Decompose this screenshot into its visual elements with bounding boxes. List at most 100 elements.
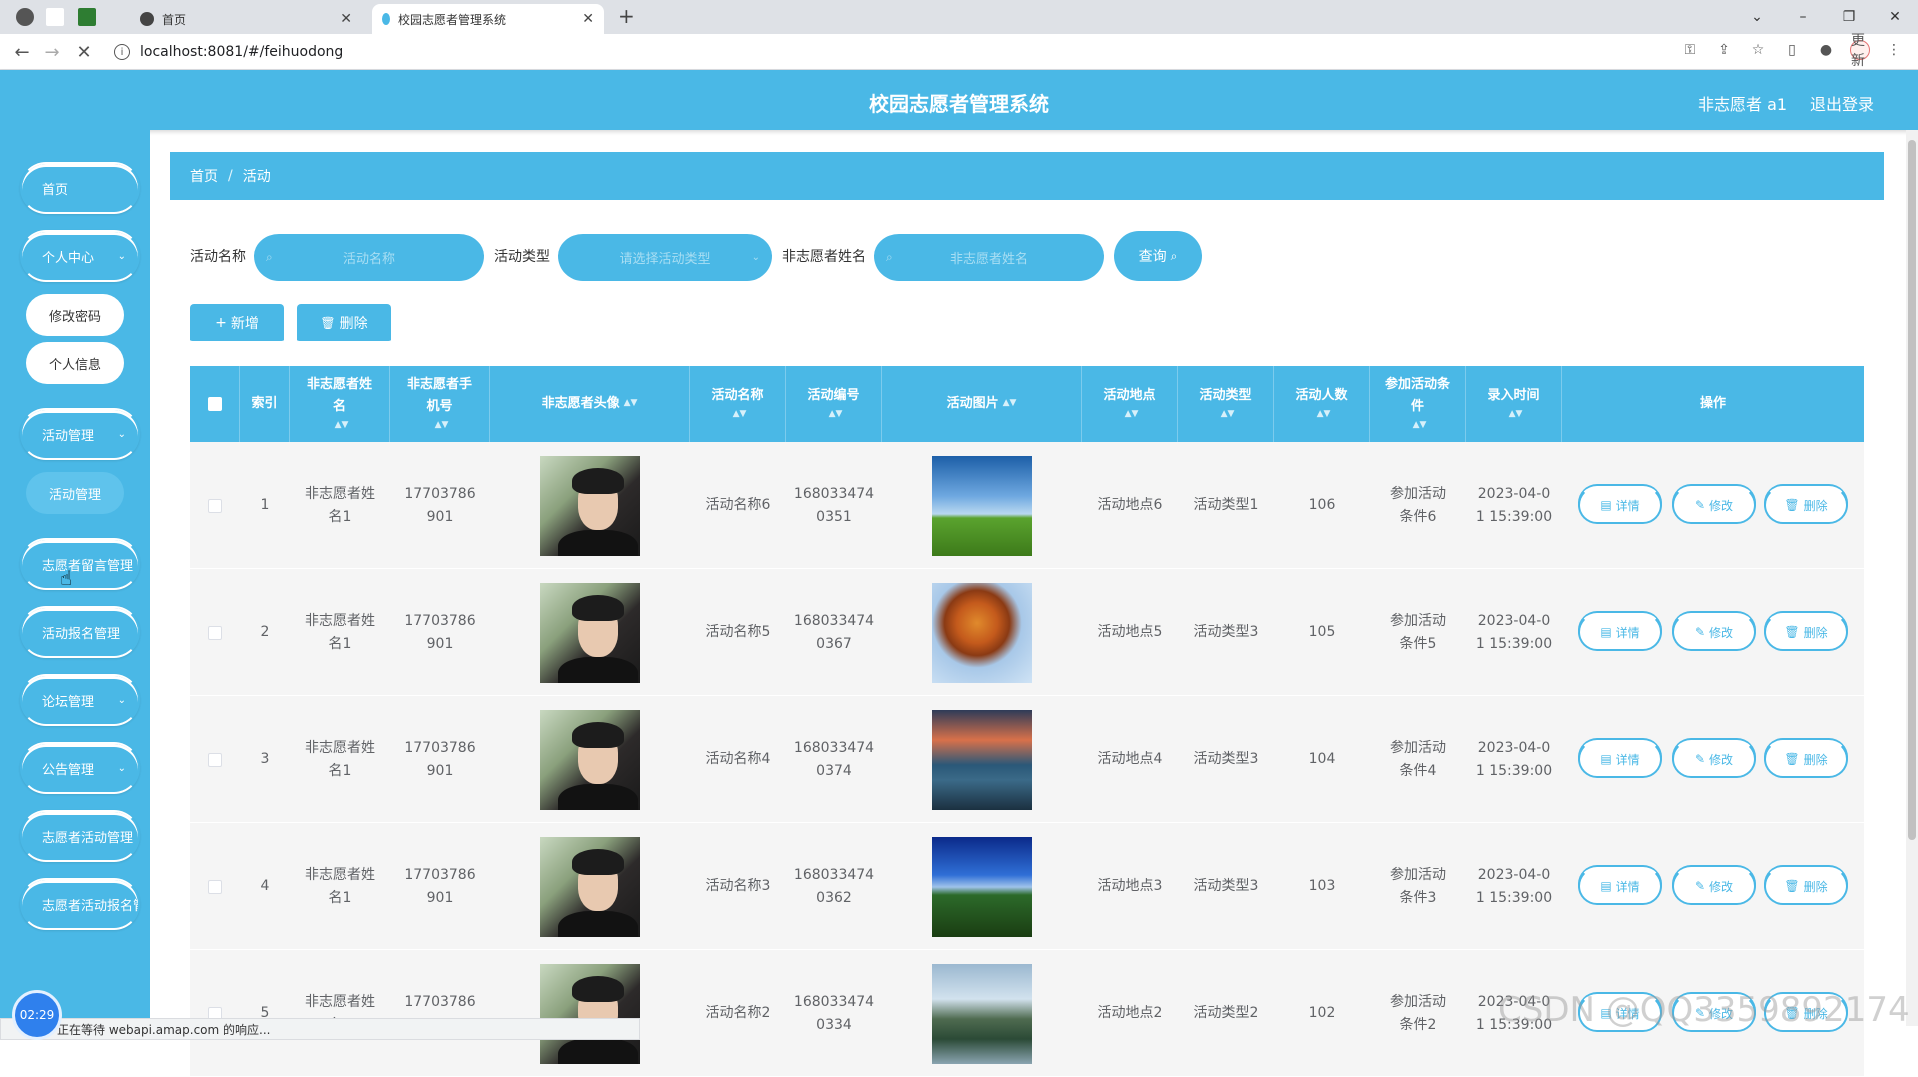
pinned-tab-icon[interactable]	[16, 8, 34, 26]
tab-active[interactable]: 校园志愿者管理系统 ✕	[372, 4, 604, 34]
logout-link[interactable]: 退出登录	[1810, 91, 1874, 115]
table-row[interactable]: 1 非志愿者姓名1 17703786901 活动名称6 1680334740351 活动地…	[190, 442, 1864, 569]
detail-button[interactable]: ▤ 详情	[1578, 486, 1662, 524]
table-row[interactable]: 3 非志愿者姓名1 17703786901 活动名称4 1680334740374 活动地…	[190, 696, 1864, 823]
edit-button[interactable]: ✎ 修改	[1672, 867, 1756, 905]
tab-search-icon[interactable]: ⌄	[1734, 0, 1780, 34]
back-icon[interactable]: ←	[10, 40, 34, 64]
share-icon[interactable]: ⇪	[1714, 40, 1734, 60]
sort-icon[interactable]: ▲▼	[1221, 407, 1235, 422]
close-icon[interactable]: ✕	[582, 11, 594, 27]
sidebar-item-signups[interactable]: 活动报名管理	[20, 606, 140, 658]
restore-icon[interactable]: ❐	[1826, 0, 1872, 34]
url-field[interactable]: i localhost:8081/#/feihuodong	[114, 40, 343, 64]
info-icon[interactable]: i	[114, 44, 130, 60]
add-button[interactable]: + 新增	[190, 304, 284, 344]
activity-photo[interactable]	[932, 582, 1032, 683]
profile-icon[interactable]: ●	[1816, 40, 1836, 60]
table-row[interactable]: 4 非志愿者姓名1 17703786901 活动名称3 1680334740362 活动地…	[190, 823, 1864, 950]
edit-button[interactable]: ✎ 修改	[1672, 740, 1756, 778]
mouse-cursor-icon: ☝	[60, 566, 73, 590]
row-delete-button[interactable]: 🗑 删除	[1764, 740, 1848, 778]
activity-photo[interactable]	[932, 455, 1032, 556]
column-header[interactable]: 活动类型 ▲▼	[1178, 366, 1274, 442]
table-row[interactable]: 2 非志愿者姓名1 17703786901 活动名称5 1680334740367 活动地…	[190, 569, 1864, 696]
sidebar-item-personal[interactable]: 个人中心 ⌄	[20, 230, 140, 282]
row-checkbox[interactable]	[208, 879, 222, 894]
detail-button[interactable]: ▤ 详情	[1578, 613, 1662, 651]
activity-photo[interactable]	[932, 709, 1032, 810]
activity-photo[interactable]	[932, 963, 1032, 1064]
column-header[interactable]: 活动编号 ▲▼	[786, 366, 882, 442]
menu-icon[interactable]: ⋮	[1884, 40, 1904, 60]
sidebar-item-volunteer-messages[interactable]: 志愿者留言管理	[20, 538, 140, 590]
select-all-checkbox[interactable]	[207, 397, 222, 411]
avatar[interactable]	[540, 963, 640, 1064]
stop-icon[interactable]: ✕	[72, 40, 96, 64]
avatar[interactable]	[540, 582, 640, 683]
new-tab-icon[interactable]: +	[618, 4, 635, 28]
sidebar-item-activity[interactable]: 活动管理 ⌄	[20, 408, 140, 460]
tab-home[interactable]: 首页 ✕	[132, 4, 362, 34]
column-header[interactable]: 参加活动条件 ▲▼	[1370, 366, 1466, 442]
close-icon[interactable]: ✕	[340, 11, 352, 27]
delete-button[interactable]: 🗑 删除	[297, 304, 391, 344]
column-header[interactable]: 非志愿者姓名 ▲▼	[290, 366, 390, 442]
star-icon[interactable]: ☆	[1748, 40, 1768, 60]
column-header[interactable]: 活动图片 ▲▼	[882, 366, 1082, 442]
sort-icon[interactable]: ▲▼	[733, 407, 747, 422]
column-header[interactable]: 非志愿者头像 ▲▼	[490, 366, 690, 442]
person-name-input[interactable]: ⌕ 非志愿者姓名	[874, 231, 1104, 281]
minimize-icon[interactable]: –	[1780, 0, 1826, 34]
scrollbar-thumb[interactable]	[1908, 140, 1916, 840]
sort-icon[interactable]: ▲▼	[1317, 407, 1331, 422]
column-header[interactable]: 活动地点 ▲▼	[1082, 366, 1178, 442]
sort-icon[interactable]: ▲▼	[1003, 396, 1017, 411]
sidebar-item-volunteer-signups[interactable]: 志愿者活动报名管理	[20, 878, 140, 930]
sidebar-sub-activity[interactable]: 活动管理	[26, 472, 124, 514]
close-window-icon[interactable]: ✕	[1872, 0, 1918, 34]
key-icon[interactable]: ⚿	[1680, 40, 1700, 60]
column-header[interactable]: 活动人数 ▲▼	[1274, 366, 1370, 442]
row-delete-button[interactable]: 🗑 删除	[1764, 867, 1848, 905]
sidebar-item-forum[interactable]: 论坛管理 ⌄	[20, 674, 140, 726]
sidebar-item-home[interactable]: 首页	[20, 162, 140, 214]
activity-photo[interactable]	[932, 836, 1032, 937]
row-checkbox[interactable]	[208, 498, 222, 513]
sort-icon[interactable]: ▲▼	[829, 407, 843, 422]
detail-button[interactable]: ▤ 详情	[1578, 867, 1662, 905]
sidepanel-icon[interactable]: ▯	[1782, 40, 1802, 60]
sidebar-sub-profile[interactable]: 个人信息	[26, 342, 124, 384]
column-header[interactable]: 录入时间 ▲▼	[1466, 366, 1562, 442]
sidebar-item-notices[interactable]: 公告管理 ⌄	[20, 742, 140, 794]
avatar[interactable]	[540, 836, 640, 937]
vue-tab-icon[interactable]	[78, 8, 96, 26]
sidebar-sub-change-password[interactable]: 修改密码	[26, 294, 124, 336]
sort-icon[interactable]: ▲▼	[1509, 407, 1523, 422]
row-delete-button[interactable]: 🗑 删除	[1764, 613, 1848, 651]
breadcrumb-home[interactable]: 首页	[190, 166, 218, 186]
row-delete-button[interactable]: 🗑 删除	[1764, 486, 1848, 524]
sort-icon[interactable]: ▲▼	[435, 418, 449, 433]
row-checkbox[interactable]	[208, 625, 222, 640]
query-button[interactable]: 查询 ⌕	[1114, 231, 1202, 281]
sort-icon[interactable]: ▲▼	[624, 396, 638, 411]
activity-name-input[interactable]: ⌕ 活动名称	[254, 231, 484, 281]
sort-icon[interactable]: ▲▼	[335, 418, 349, 433]
detail-button[interactable]: ▤ 详情	[1578, 740, 1662, 778]
activity-type-select[interactable]: 请选择活动类型 ⌄	[558, 231, 772, 281]
edit-button[interactable]: ✎ 修改	[1672, 613, 1756, 651]
column-header[interactable]: 活动名称 ▲▼	[690, 366, 786, 442]
row-checkbox[interactable]	[208, 752, 222, 767]
avatar[interactable]	[540, 709, 640, 810]
pinned-tab-icon[interactable]	[46, 8, 64, 26]
column-header[interactable]: 非志愿者手机号 ▲▼	[390, 366, 490, 442]
sort-icon[interactable]: ▲▼	[1125, 407, 1139, 422]
sidebar-item-volunteer-activity[interactable]: 志愿者活动管理	[20, 810, 140, 862]
edit-button[interactable]: ✎ 修改	[1672, 486, 1756, 524]
scrollbar[interactable]	[1906, 130, 1918, 1026]
avatar[interactable]	[540, 455, 640, 556]
sort-icon[interactable]: ▲▼	[1413, 418, 1427, 433]
update-button[interactable]: 更新	[1850, 33, 1870, 69]
forward-icon[interactable]: →	[40, 40, 64, 64]
